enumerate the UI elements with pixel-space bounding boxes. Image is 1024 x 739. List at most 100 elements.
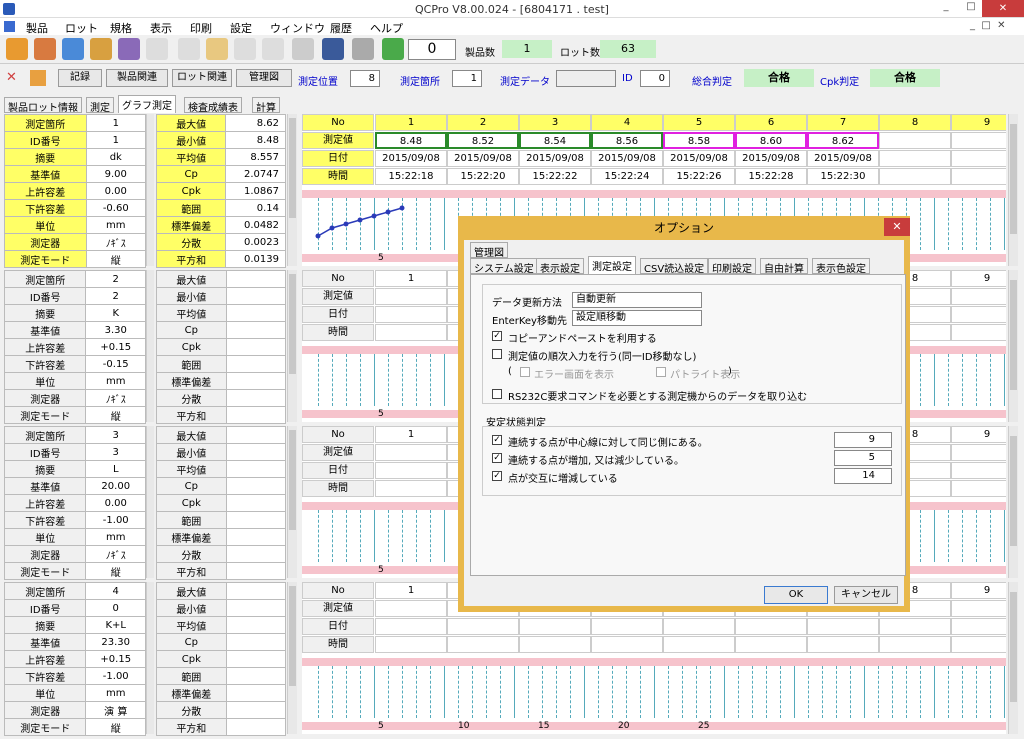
grid-cell[interactable] — [735, 636, 807, 653]
tab-calculation[interactable]: 計算 — [252, 97, 280, 114]
grid-cell[interactable] — [375, 636, 447, 653]
search-product-icon[interactable] — [6, 38, 28, 60]
grid-cell[interactable] — [663, 618, 735, 635]
menu-help[interactable]: ヘルプ — [370, 20, 403, 36]
enter-key-select[interactable]: 設定順移動 — [572, 310, 702, 326]
tab-measure[interactable]: 測定 — [86, 97, 114, 114]
rule2-checkbox[interactable]: ✓ — [492, 453, 502, 463]
menu-print[interactable]: 印刷 — [190, 20, 212, 36]
param-value[interactable]: 縦 — [85, 562, 146, 580]
menu-spec[interactable]: 規格 — [110, 20, 132, 36]
stat-scrollbar[interactable] — [287, 270, 297, 422]
checklist-icon[interactable] — [206, 38, 228, 60]
point-field[interactable]: 1 — [452, 70, 482, 87]
lot-related-button[interactable]: ロット関連 — [172, 69, 232, 87]
position-field[interactable]: 8 — [350, 70, 380, 87]
tab-product-lot[interactable]: 製品ロット情報 — [4, 97, 82, 114]
menu-view[interactable]: 表示 — [150, 20, 172, 36]
grid-cell[interactable] — [519, 636, 591, 653]
param-value[interactable]: -0.15 — [85, 355, 146, 373]
stat-scrollbar[interactable] — [287, 426, 297, 578]
param-value[interactable]: L — [85, 460, 146, 478]
param-value[interactable]: 0.00 — [85, 494, 146, 512]
grid-cell[interactable] — [663, 636, 735, 653]
rule2-spinner[interactable]: 5 — [834, 450, 892, 466]
grid-cell[interactable] — [591, 618, 663, 635]
grid-cell[interactable] — [951, 306, 1006, 323]
grid-cell[interactable] — [951, 480, 1006, 497]
tab-inspection-report[interactable]: 検査成績表 — [184, 97, 242, 114]
data-field[interactable] — [556, 70, 616, 87]
minimize-button[interactable]: _ — [935, 1, 957, 12]
grid-cell[interactable] — [951, 618, 1006, 635]
param-value[interactable]: K — [85, 304, 146, 322]
rule3-checkbox[interactable]: ✓ — [492, 471, 502, 481]
search-lot-icon[interactable] — [62, 38, 84, 60]
grid-scrollbar[interactable] — [1008, 426, 1018, 578]
param-value[interactable]: 縦 — [85, 406, 146, 424]
grid-cell[interactable]: 9 — [951, 582, 1006, 599]
rule1-checkbox[interactable]: ✓ — [492, 435, 502, 445]
param-value[interactable]: mm — [85, 216, 147, 234]
param-scrollbar[interactable] — [146, 426, 154, 578]
grid-scrollbar[interactable] — [1008, 114, 1018, 266]
maximize-button[interactable]: □ — [960, 1, 982, 12]
param-value[interactable]: +0.15 — [85, 650, 146, 668]
param-value[interactable]: 3 — [85, 443, 146, 461]
grid-cell[interactable]: 9 — [951, 426, 1006, 443]
param-value[interactable]: 2 — [85, 287, 146, 305]
stat-scrollbar[interactable] — [287, 582, 297, 734]
tab-measure-settings[interactable]: 測定設定 — [588, 256, 636, 274]
rs232c-checkbox[interactable] — [492, 389, 502, 399]
grid-scrollbar[interactable] — [1008, 582, 1018, 734]
param-value[interactable]: 20.00 — [85, 477, 146, 495]
grid-cell[interactable] — [375, 444, 447, 461]
sequential-checkbox[interactable] — [492, 349, 502, 359]
grid-cell[interactable]: 1 — [375, 426, 447, 443]
grid-cell[interactable] — [951, 288, 1006, 305]
param-value[interactable]: 1 — [85, 114, 147, 132]
grid-cell[interactable] — [807, 618, 879, 635]
tab-color-settings[interactable]: 表示色設定 — [812, 258, 870, 275]
param-value[interactable]: 0 — [85, 599, 146, 617]
control-chart-button[interactable]: 管理図 — [236, 69, 292, 87]
grid-cell[interactable] — [375, 306, 447, 323]
grid-cell[interactable] — [447, 618, 519, 635]
grid-cell[interactable] — [951, 600, 1006, 617]
menu-product[interactable]: 製品 — [26, 20, 48, 36]
menu-lot[interactable]: ロット — [65, 20, 98, 36]
param-value[interactable]: 4 — [85, 582, 146, 600]
menu-settings[interactable]: 設定 — [230, 20, 252, 36]
tab-free-calc[interactable]: 自由計算 — [760, 258, 808, 275]
delete-icon[interactable]: ✕ — [6, 70, 22, 86]
grid-cell[interactable] — [375, 288, 447, 305]
param-value[interactable]: mm — [85, 684, 146, 702]
param-value[interactable]: 縦 — [85, 250, 147, 268]
grid-cell[interactable] — [807, 636, 879, 653]
param-value[interactable]: 3 — [85, 426, 146, 444]
param-value[interactable]: -1.00 — [85, 667, 146, 685]
ok-button[interactable]: OK — [764, 586, 828, 604]
tab-display-settings[interactable]: 表示設定 — [536, 258, 584, 275]
grid-cell[interactable] — [519, 618, 591, 635]
grid-cell[interactable]: 1 — [375, 270, 447, 287]
tab-system-settings[interactable]: システム設定 — [470, 258, 538, 275]
grid-cell[interactable] — [375, 480, 447, 497]
param-value[interactable]: 23.30 — [85, 633, 146, 651]
param-value[interactable]: +0.15 — [85, 338, 146, 356]
dialog-close-button[interactable]: ✕ — [884, 218, 910, 236]
id-field[interactable]: 0 — [640, 70, 670, 87]
grid-cell[interactable] — [375, 618, 447, 635]
menu-history[interactable]: 履歴 — [330, 20, 352, 36]
rule1-spinner[interactable]: 9 — [834, 432, 892, 448]
grid-scrollbar[interactable] — [1008, 270, 1018, 422]
close-button[interactable]: ✕ — [982, 0, 1024, 17]
grid-cell[interactable] — [879, 636, 951, 653]
param-value[interactable]: mm — [85, 528, 146, 546]
param-value[interactable]: 縦 — [85, 718, 146, 736]
grid-cell[interactable]: 1 — [375, 582, 447, 599]
cancel-button[interactable]: キャンセル — [834, 586, 898, 604]
tab-print-settings[interactable]: 印刷設定 — [708, 258, 756, 275]
edit-lot-icon[interactable] — [90, 38, 112, 60]
chart-icon[interactable] — [322, 38, 344, 60]
